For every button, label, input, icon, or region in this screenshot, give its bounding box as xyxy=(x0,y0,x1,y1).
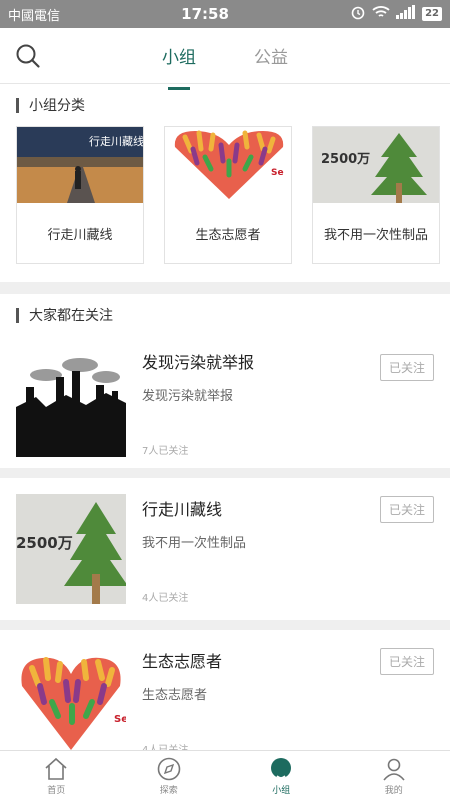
follower-count: 7人已关注 xyxy=(142,446,189,457)
alarm-icon xyxy=(350,4,366,24)
tabbar-label: 探索 xyxy=(159,785,178,796)
factory-image xyxy=(16,347,126,457)
battery-indicator: 22 xyxy=(422,7,442,21)
feed-title-text: 大家都在关注 xyxy=(29,308,113,324)
tabbar-item-group[interactable]: 小组 xyxy=(225,751,338,800)
tree-image-caption: 2500万 xyxy=(16,534,73,552)
signal-icon xyxy=(396,5,416,23)
top-tabs: 小组 公益 xyxy=(160,35,290,76)
wifi-icon xyxy=(372,5,390,23)
feed-section: 大家都在关注 发现污染就举报 发现污染就举报 7人已关注 已关注 xyxy=(0,294,450,468)
tree-image: 2500万 xyxy=(16,494,126,604)
follower-count: 4人已关注 xyxy=(142,593,189,604)
bottom-tab-bar: 首页 探索 小组 我的 xyxy=(0,750,450,800)
tree-image-caption: 2500万 xyxy=(321,152,370,167)
category-label: 我不用一次性制品 xyxy=(323,227,428,243)
category-label: 行走川藏线 xyxy=(47,227,113,243)
home-icon xyxy=(45,757,67,780)
followed-button[interactable]: 已关注 xyxy=(379,354,434,381)
tabbar-label: 首页 xyxy=(47,785,66,796)
group-description: 生态志愿者 xyxy=(142,688,208,703)
followed-button[interactable]: 已关注 xyxy=(379,648,434,675)
category-card-eco-volunteer[interactable]: Se 生态志愿者 xyxy=(164,126,292,264)
tree-image: 2500万 xyxy=(313,127,439,203)
clock: 17:58 xyxy=(181,5,229,23)
group-icon xyxy=(271,757,292,779)
heart-hands-image: Se xyxy=(165,127,291,203)
road-image: 行走川藏线 xyxy=(17,127,143,203)
category-label: 生态志愿者 xyxy=(195,227,261,243)
road-image-caption: 行走川藏线 xyxy=(89,134,143,148)
top-bar: 小组 公益 xyxy=(0,28,450,84)
search-icon[interactable] xyxy=(14,42,42,70)
group-description: 发现污染就举报 xyxy=(142,389,234,404)
tabbar-label: 我的 xyxy=(384,785,403,796)
group-description: 我不用一次性制品 xyxy=(142,536,247,551)
tabbar-item-explore[interactable]: 探索 xyxy=(113,751,226,800)
tabbar-item-home[interactable]: 首页 xyxy=(0,751,113,800)
list-item[interactable]: 发现污染就举报 发现污染就举报 7人已关注 已关注 xyxy=(0,336,450,468)
tab-group[interactable]: 小组 xyxy=(160,35,198,76)
tabbar-label: 小组 xyxy=(272,785,291,796)
list-item[interactable]: 2500万 行走川藏线 我不用一次性制品 4人已关注 已关注 xyxy=(0,478,450,620)
person-icon xyxy=(383,758,405,781)
category-card-no-disposables[interactable]: 2500万 我不用一次性制品 xyxy=(312,126,440,264)
carrier-label: 中國電信 xyxy=(8,8,61,24)
tab-charity[interactable]: 公益 xyxy=(252,35,290,76)
category-section: 小组分类 行走川藏线 行走川藏线 Se 生态志愿者 2500万 我不用一次性制品 xyxy=(0,84,450,282)
status-icons: 22 xyxy=(350,4,442,24)
category-title-text: 小组分类 xyxy=(29,98,85,114)
status-bar: 中國電信 17:58 22 xyxy=(0,0,450,28)
compass-icon xyxy=(157,757,181,780)
category-card-tibet-road[interactable]: 行走川藏线 行走川藏线 xyxy=(16,126,144,264)
category-section-title: 小组分类 xyxy=(0,84,450,126)
category-list: 行走川藏线 行走川藏线 Se 生态志愿者 2500万 我不用一次性制品 xyxy=(0,126,450,282)
followed-button[interactable]: 已关注 xyxy=(379,496,434,523)
svg-text:Se: Se xyxy=(114,714,126,725)
svg-text:Se: Se xyxy=(271,168,284,178)
tabbar-item-me[interactable]: 我的 xyxy=(338,751,450,800)
heart-hands-image: Se xyxy=(16,646,126,756)
feed-section-title: 大家都在关注 xyxy=(0,294,450,336)
